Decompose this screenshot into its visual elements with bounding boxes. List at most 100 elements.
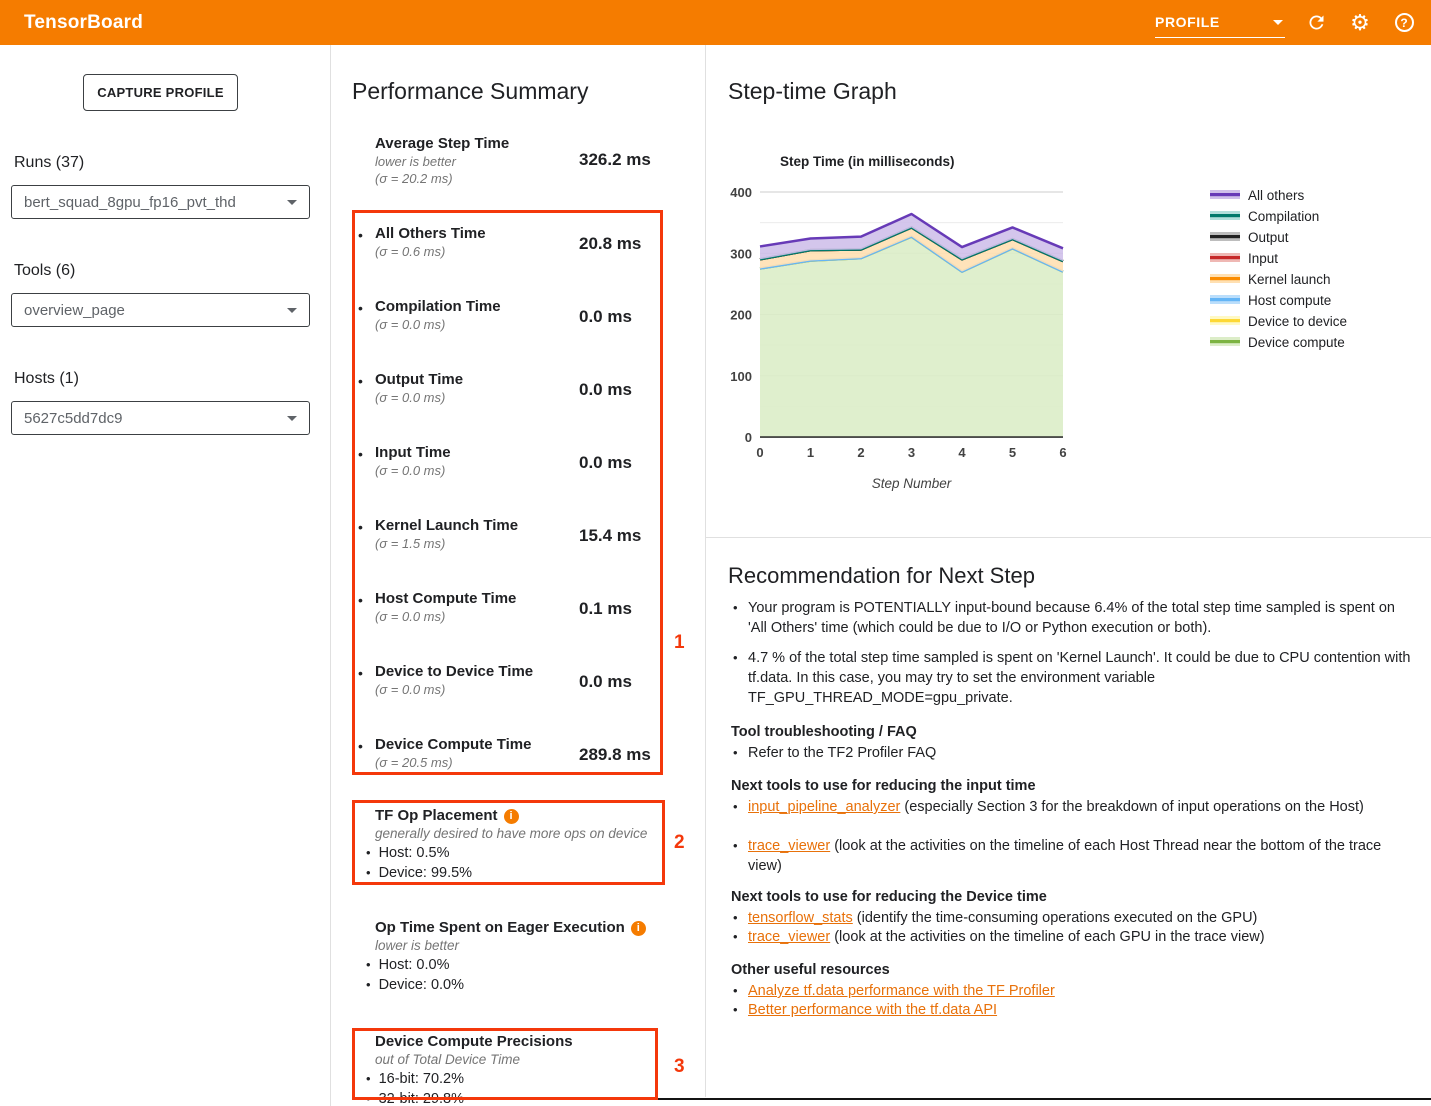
metric-label: All Others Time	[375, 225, 486, 242]
section-item: Better performance with the tf.data API	[731, 1000, 1413, 1020]
bullet: •	[358, 300, 363, 316]
metric-row: • Device Compute Time (σ = 20.5 ms) 289.…	[352, 736, 663, 786]
metric-value: 20.8 ms	[579, 234, 641, 254]
svg-text:Device to device: Device to device	[1248, 314, 1347, 329]
metric-row: • Device to Device Time (σ = 0.0 ms) 0.0…	[352, 663, 663, 713]
tensorflow-stats-link[interactable]: tensorflow_stats	[748, 910, 853, 926]
better-performance-tfdata-link[interactable]: Better performance with the tf.data API	[748, 1002, 997, 1018]
block-note: generally desired to have more ops on de…	[352, 825, 663, 843]
metric-sigma: (σ = 1.5 ms)	[375, 536, 445, 551]
svg-text:6: 6	[1059, 445, 1066, 460]
svg-text:2: 2	[857, 445, 864, 460]
block-title: Device Compute Precisions	[352, 1032, 663, 1051]
capture-profile-button[interactable]: CAPTURE PROFILE	[83, 74, 238, 111]
tools-select[interactable]: overview_page	[11, 293, 310, 327]
runs-label: Runs (37)	[14, 154, 84, 172]
metric-sigma: (σ = 20.5 ms)	[375, 755, 453, 770]
annotation-number-1: 1	[674, 632, 685, 654]
average-step-time-value: 326.2 ms	[579, 150, 651, 170]
settings-button[interactable]: ⚙	[1347, 10, 1373, 36]
precisions-block: Device Compute Precisions out of Total D…	[352, 1032, 663, 1106]
chevron-down-icon	[287, 200, 297, 205]
bullet: •	[358, 738, 363, 754]
block-note: lower is better	[352, 937, 692, 955]
svg-text:100: 100	[730, 369, 752, 384]
graph-recommendation-divider	[706, 537, 1431, 538]
tools-label: Tools (6)	[14, 262, 75, 280]
metric-row: • Output Time (σ = 0.0 ms) 0.0 ms	[352, 371, 663, 421]
svg-text:Device compute: Device compute	[1248, 335, 1345, 350]
bullet: •	[358, 373, 363, 389]
hosts-select-value: 5627c5dd7dc9	[24, 410, 122, 427]
metric-row: • All Others Time (σ = 0.6 ms) 20.8 ms	[352, 225, 663, 275]
list-item: Device: 99.5%	[352, 863, 663, 883]
metric-sigma: (σ = 0.0 ms)	[375, 682, 445, 697]
section-item: tensorflow_stats (identify the time-cons…	[731, 908, 1413, 928]
metric-sigma: (σ = 0.6 ms)	[375, 244, 445, 259]
svg-text:5: 5	[1009, 445, 1016, 460]
bullet: •	[358, 446, 363, 462]
dashboard-selector[interactable]: PROFILE	[1155, 8, 1285, 38]
svg-text:Step Time (in milliseconds): Step Time (in milliseconds)	[780, 154, 955, 169]
metric-row: • Compilation Time (σ = 0.0 ms) 0.0 ms	[352, 298, 663, 348]
chevron-down-icon	[287, 416, 297, 421]
item-text: (look at the activities on the timeline …	[830, 929, 1264, 945]
tf-op-placement-block: TF Op Placementi generally desired to ha…	[352, 806, 663, 883]
svg-text:400: 400	[730, 185, 752, 200]
section-item: Refer to the TF2 Profiler FAQ	[731, 743, 1413, 763]
block-title: TF Op Placementi	[352, 806, 663, 825]
metric-row: • Input Time (σ = 0.0 ms) 0.0 ms	[352, 444, 663, 494]
trace-viewer-link[interactable]: trace_viewer	[748, 929, 830, 945]
tensorboard-profile-page: TensorBoard PROFILE ⚙ ? CAPTURE PROFILE …	[0, 0, 1431, 1106]
metric-value: 289.8 ms	[579, 745, 651, 765]
block-note: out of Total Device Time	[352, 1051, 663, 1069]
performance-summary-title: Performance Summary	[352, 78, 588, 105]
dashboard-selector-value: PROFILE	[1155, 14, 1220, 30]
input-pipeline-analyzer-link[interactable]: input_pipeline_analyzer	[748, 799, 900, 815]
runs-select-value: bert_squad_8gpu_fp16_pvt_thd	[24, 194, 236, 211]
metric-value: 0.0 ms	[579, 672, 632, 692]
app-header: TensorBoard PROFILE ⚙ ?	[0, 0, 1431, 45]
eager-execution-block: Op Time Spent on Eager Executioni lower …	[352, 918, 692, 995]
svg-text:4: 4	[958, 445, 966, 460]
svg-text:0: 0	[745, 430, 752, 445]
svg-text:200: 200	[730, 308, 752, 323]
svg-text:3: 3	[908, 445, 915, 460]
section-item: trace_viewer (look at the activities on …	[731, 836, 1413, 876]
bullet: •	[358, 519, 363, 535]
section-item: trace_viewer (look at the activities on …	[731, 927, 1413, 947]
panel-divider	[705, 45, 706, 1097]
metric-note: lower is better	[375, 153, 575, 170]
metric-sigma: (σ = 0.0 ms)	[375, 463, 445, 478]
list-item: 16-bit: 70.2%	[352, 1069, 663, 1089]
svg-text:Compilation: Compilation	[1248, 209, 1319, 224]
metric-label: Average Step Time	[375, 135, 575, 153]
chevron-down-icon	[1273, 20, 1283, 25]
info-icon[interactable]: i	[631, 921, 646, 936]
hosts-select[interactable]: 5627c5dd7dc9	[11, 401, 310, 435]
analyze-tfdata-link[interactable]: Analyze tf.data performance with the TF …	[748, 983, 1055, 999]
step-time-chart: Step Time (in milliseconds) 0 100 200 300 400…	[720, 150, 1431, 500]
reload-button[interactable]	[1303, 10, 1329, 36]
help-icon: ?	[1395, 13, 1414, 32]
chevron-down-icon	[287, 308, 297, 313]
runs-select[interactable]: bert_squad_8gpu_fp16_pvt_thd	[11, 185, 310, 219]
average-step-time: Average Step Time lower is better (σ = 2…	[375, 135, 575, 187]
list-item: Device: 0.0%	[352, 975, 692, 995]
trace-viewer-link[interactable]: trace_viewer	[748, 838, 830, 854]
metric-row: • Host Compute Time (σ = 0.0 ms) 0.1 ms	[352, 590, 663, 640]
help-button[interactable]: ?	[1391, 10, 1417, 36]
bullet: •	[358, 665, 363, 681]
metric-value: 0.0 ms	[579, 380, 632, 400]
metric-label: Compilation Time	[375, 298, 501, 315]
info-icon[interactable]: i	[504, 809, 519, 824]
recommendation-bullet: Your program is POTENTIALLY input-bound …	[731, 598, 1413, 638]
list-item: 32-bit: 29.8%	[352, 1089, 663, 1106]
list-item: Host: 0.0%	[352, 955, 692, 975]
metric-value: 0.0 ms	[579, 307, 632, 327]
bullet: •	[358, 227, 363, 243]
section-heading: Next tools to use for reducing the Devic…	[731, 889, 1047, 905]
metric-value: 0.0 ms	[579, 453, 632, 473]
svg-text:300: 300	[730, 246, 752, 261]
item-text: (identify the time-consuming operations …	[853, 910, 1258, 926]
